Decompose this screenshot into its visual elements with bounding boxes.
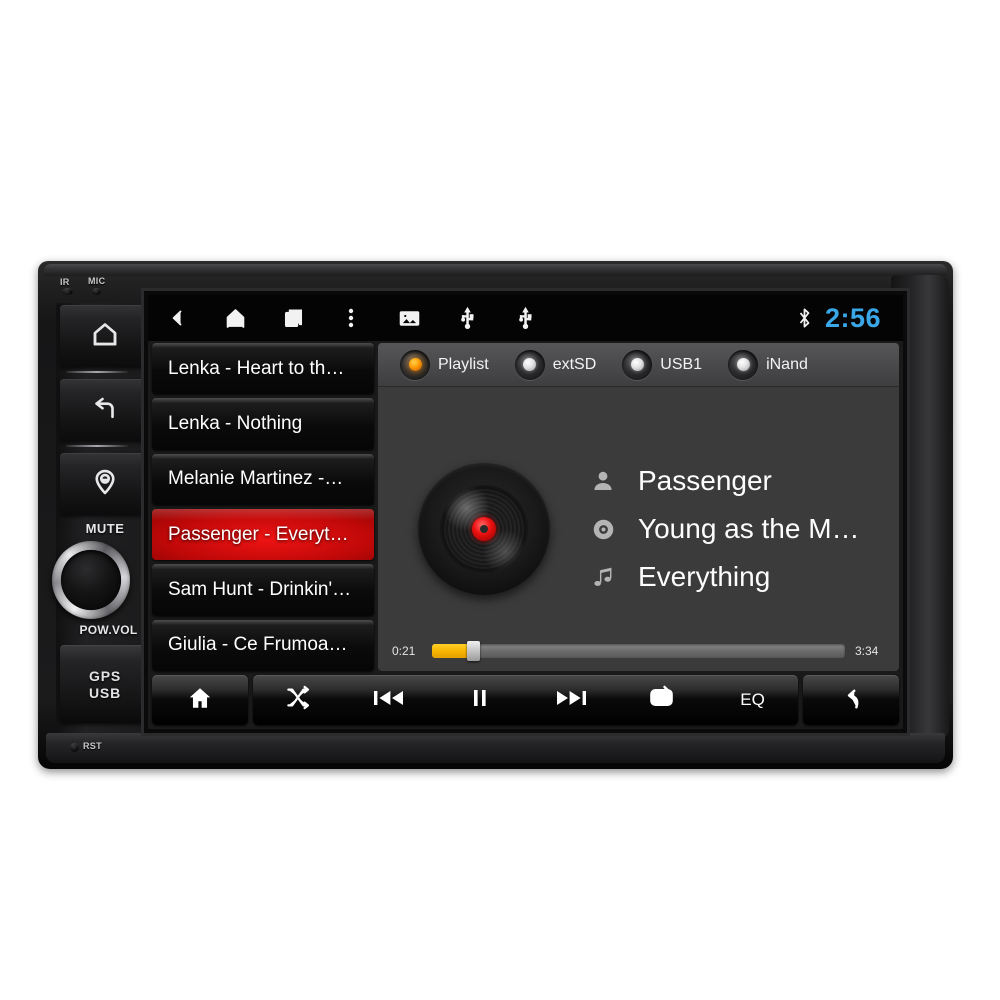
hardware-navigation-button[interactable] [60,453,150,515]
source-selector-bar: Playlist extSD USB1 iNand [378,343,899,387]
shuffle-icon [285,684,312,716]
repeat-button[interactable] [616,684,707,716]
source-option-extsd[interactable]: extSD [514,349,597,380]
total-duration: 3:34 [855,644,879,658]
power-volume-knob[interactable] [52,541,130,619]
transport-toolbar: EQ [152,675,899,725]
list-item[interactable]: Lenka - Nothing [152,398,374,450]
list-item-selected[interactable]: Passenger - Everyt… [152,508,374,561]
artist-name: Passenger [638,465,772,496]
track-title: Everything [638,561,771,592]
seek-thumb[interactable] [467,641,481,661]
gps-usb-port[interactable]: GPS USB [60,645,150,723]
album-name: Young as the M… [638,513,860,544]
album-art-container[interactable] [378,387,590,671]
power-volume-label: POW.VOL [79,623,138,637]
button-separator [66,371,128,373]
statusbar-usb-icon-1[interactable] [438,295,496,341]
playlist-panel[interactable]: Lenka - Heart to th… Lenka - Nothing Mel… [152,343,374,671]
now-playing-area: Passenger Young as the M… Everything 0:2… [378,387,899,671]
progress-bar-row: 0:21 3:34 [392,639,885,663]
ir-label: IR [60,277,70,287]
playback-controls: EQ [253,675,798,725]
android-status-bar: 2:56 [148,295,903,341]
gps-label: GPS [89,667,121,684]
led-indicator-off [728,349,759,380]
source-label: iNand [766,355,808,373]
elapsed-time: 0:21 [392,644,416,658]
track-metadata: Passenger Young as the M… Everything [590,387,899,671]
list-item[interactable]: Melanie Martinez -… [152,453,374,505]
statusbar-clock: 2:56 [824,302,881,333]
disc-hub [472,517,496,541]
repeat-icon [648,684,675,716]
hardware-button-panel: MUTE POW.VOL GPS USB [52,303,154,733]
list-item[interactable]: Sam Hunt - Drinkin'… [152,564,374,616]
unit-top-bezel [44,264,947,276]
home-icon [90,319,120,354]
return-button[interactable] [803,675,899,725]
statusbar-screenshot-icon[interactable] [380,295,438,341]
player-panel: Playlist extSD USB1 iNand Passenger Youn… [378,343,899,671]
previous-track-icon [374,686,404,715]
reset-label: RST [83,741,102,751]
disc-icon [590,516,616,542]
shuffle-button[interactable] [253,684,344,716]
list-item[interactable]: Lenka - Heart to th… [152,343,374,395]
usb-label: USB [89,684,121,701]
source-option-usb1[interactable]: USB1 [622,349,703,380]
led-indicator-off [514,349,545,380]
return-arrow-icon [838,685,864,716]
mic-label: MIC [88,276,106,286]
ir-receiver [62,288,73,295]
knob-face [61,550,121,610]
led-indicator-on [400,349,430,380]
button-separator [66,445,128,447]
person-icon [590,468,616,494]
led-indicator-off [622,349,653,380]
metadata-artist-row: Passenger [590,465,885,497]
statusbar-back-button[interactable] [148,295,206,341]
pause-button[interactable] [435,686,526,715]
mute-label: MUTE [85,521,125,536]
car-head-unit: IR MIC RST MUTE POW.VOL GPS USB 2:56 Len… [38,261,953,769]
source-label: USB1 [660,355,703,373]
source-label: extSD [552,355,597,373]
music-note-icon [590,564,616,590]
cd-disc-icon [418,463,550,595]
reset-pinhole[interactable] [70,743,79,752]
home-icon [187,685,213,716]
bluetooth-icon [785,295,825,341]
source-option-inand[interactable]: iNand [728,349,808,380]
metadata-album-row: Young as the M… [590,513,885,545]
seek-slider[interactable] [432,641,845,661]
source-option-playlist[interactable]: Playlist [400,349,489,380]
hardware-back-button[interactable] [60,379,150,441]
metadata-title-row: Everything [590,561,885,593]
previous-track-button[interactable] [344,686,435,715]
statusbar-home-button[interactable] [206,295,264,341]
statusbar-usb-icon-2[interactable] [496,295,554,341]
mic-hole [92,288,101,295]
next-track-icon [556,686,586,715]
statusbar-overflow-menu-button[interactable] [322,295,380,341]
back-arrow-icon [90,393,120,428]
pause-icon [471,686,489,715]
equalizer-button[interactable]: EQ [707,690,798,710]
statusbar-recents-button[interactable] [264,295,322,341]
list-item[interactable]: Giulia - Ce Frumoa… [152,619,374,671]
unit-bottom-bezel [46,733,945,763]
hardware-home-button[interactable] [60,305,150,367]
touchscreen-display: 2:56 Lenka - Heart to th… Lenka - Nothin… [148,295,903,729]
next-track-button[interactable] [526,686,617,715]
home-button[interactable] [152,675,248,725]
location-pin-icon [90,467,120,502]
source-label: Playlist [438,355,489,373]
